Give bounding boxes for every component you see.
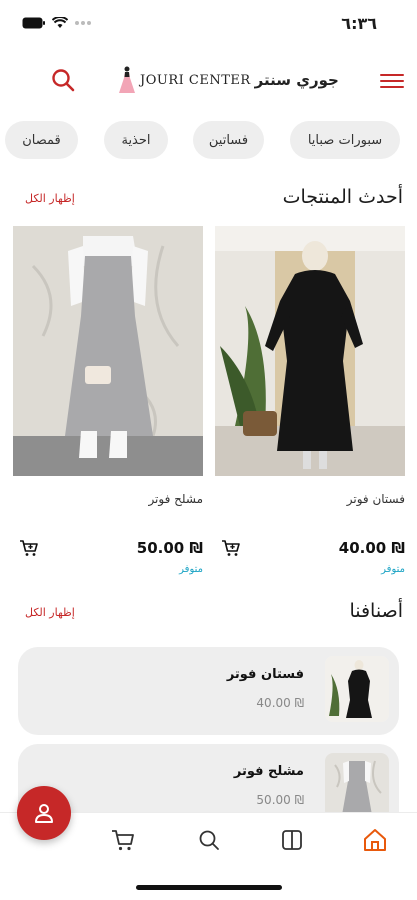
status-bar: ٦:٣٦ [0, 0, 417, 50]
show-all-link[interactable]: إظهار الكل [25, 192, 75, 205]
user-icon [35, 804, 53, 823]
product-card[interactable]: مشلح فوتر 50.00 ₪ متوفر [13, 226, 209, 586]
chip-category[interactable]: سبورات صبايا [290, 121, 400, 159]
category-chips: سبورات صبايا فساتين احذية قمصان [0, 121, 417, 159]
category-thumbnail [325, 753, 389, 819]
logo-text-ar: جوري سنتر [254, 71, 339, 89]
search-icon[interactable] [196, 827, 222, 853]
category-price: 50.00 ₪ [256, 793, 304, 807]
product-name: مشلح فوتر [148, 492, 203, 506]
logo-text-en: JOURI CENTER [140, 72, 251, 88]
category-thumbnail [325, 656, 389, 722]
product-price: 50.00 ₪ [136, 539, 203, 557]
show-all-link[interactable]: إظهار الكل [25, 606, 75, 619]
menu-icon[interactable] [380, 71, 404, 91]
brand-logo[interactable]: JOURI CENTER جوري سنتر [118, 63, 339, 97]
home-indicator [136, 885, 282, 890]
battery-icon [22, 17, 45, 29]
latest-products-header: أحدث المنتجات إظهار الكل [0, 186, 417, 216]
profile-fab[interactable] [17, 786, 71, 840]
stock-status: متوفر [381, 564, 405, 575]
section-title: أحدث المنتجات [282, 186, 403, 208]
status-time: ٦:٣٦ [341, 14, 377, 33]
chip-category[interactable]: قمصان [5, 121, 78, 159]
category-price: 40.00 ₪ [256, 696, 304, 710]
product-photo [215, 226, 405, 476]
cart-icon[interactable] [110, 827, 136, 853]
stock-status: متوفر [179, 564, 203, 575]
status-icons [22, 17, 92, 29]
category-card[interactable]: فستان فوتر 40.00 ₪ [18, 647, 399, 735]
section-title: أصنافنا [349, 600, 403, 622]
add-to-cart-icon[interactable] [221, 538, 241, 558]
product-photo [13, 226, 203, 476]
catalog-icon[interactable] [279, 827, 305, 853]
wifi-icon [52, 17, 68, 28]
product-image[interactable] [13, 226, 203, 476]
home-icon[interactable] [362, 827, 388, 853]
product-name: فستان فوتر [346, 492, 405, 506]
category-name: فستان فوتر [226, 667, 304, 682]
chip-category[interactable]: فساتين [193, 121, 264, 159]
add-to-cart-icon[interactable] [19, 538, 39, 558]
product-price: 40.00 ₪ [338, 539, 405, 557]
dress-logo-icon [119, 66, 135, 93]
chip-category[interactable]: احذية [104, 121, 168, 159]
categories-header: أصنافنا إظهار الكل [0, 600, 417, 630]
signal-icon [75, 21, 91, 25]
category-name: مشلح فوتر [233, 764, 304, 779]
product-card[interactable]: فستان فوتر 40.00 ₪ متوفر [215, 226, 411, 586]
search-icon[interactable] [50, 67, 76, 93]
app-header: JOURI CENTER جوري سنتر [0, 55, 417, 107]
product-image[interactable] [215, 226, 405, 476]
